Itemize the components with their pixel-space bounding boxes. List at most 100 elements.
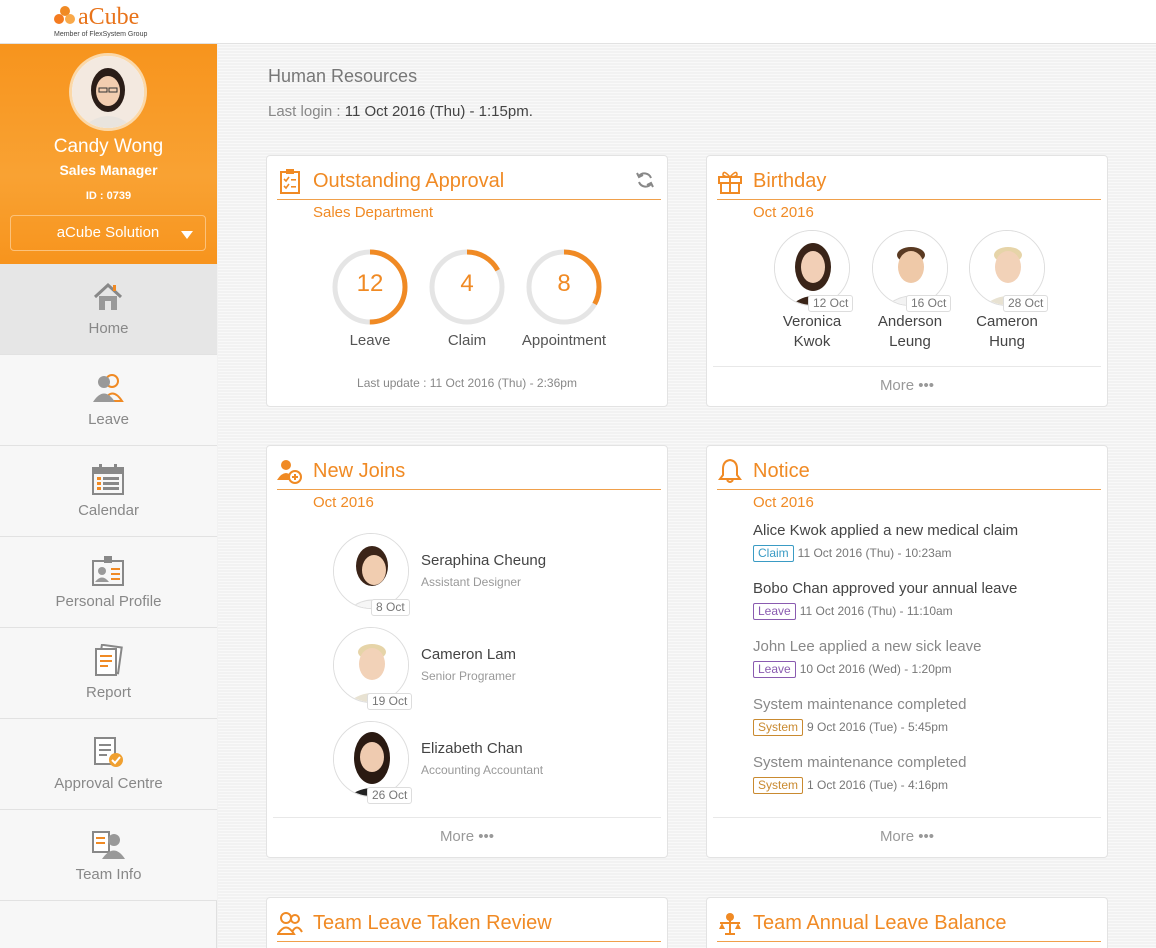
page-title: Human Resources <box>268 66 418 86</box>
last-login-label: Last login : <box>268 103 341 120</box>
join-name: Seraphina Cheung <box>421 552 547 569</box>
balance-scale-icon <box>719 913 741 935</box>
last-login: Last login : 11 Oct 2016 (Thu) - 1:15pm. <box>268 103 533 120</box>
card-header: Team Annual Leave Balance <box>717 906 1101 942</box>
notice-meta: Leave 11 Oct 2016 (Thu) - 11:10am <box>753 603 953 620</box>
card-title: Notice <box>753 460 810 482</box>
card-header: Team Leave Taken Review <box>277 906 661 942</box>
sidebar-item-leave[interactable]: Leave <box>0 355 217 446</box>
bell-icon <box>718 458 742 483</box>
card-subtitle: Sales Department <box>313 204 434 221</box>
card-subtitle: Oct 2016 <box>313 494 374 511</box>
approval-icon <box>94 737 123 767</box>
first-name: Veronica <box>782 313 842 330</box>
notice-meta: System 1 Oct 2016 (Tue) - 4:16pm <box>753 777 948 794</box>
card-subtitle: Oct 2016 <box>753 204 814 221</box>
ring-value: 12 <box>356 270 384 297</box>
notice-time: 11 Oct 2016 (Thu) - 10:23am <box>797 546 952 560</box>
claim-tag: Claim <box>753 545 794 562</box>
card-title: New Joins <box>313 460 406 482</box>
join-role: Assistant Designer <box>421 575 522 589</box>
main-content: Human Resources Last login : 11 Oct 2016… <box>218 44 1156 948</box>
birthday-more-link[interactable]: More ••• <box>713 366 1101 406</box>
first-name: Anderson <box>877 313 943 330</box>
notice-text: System maintenance completed <box>753 696 967 713</box>
add-user-icon <box>277 460 302 484</box>
join-role: Senior Programer <box>421 669 516 683</box>
avatar[interactable] <box>69 53 147 131</box>
sidebar-item-label: Report <box>85 684 132 701</box>
system-tag: System <box>753 719 804 736</box>
last-update: Last update : 11 Oct 2016 (Thu) - 2:36pm <box>357 376 577 390</box>
sidebar-item-label: Approval Centre <box>54 775 163 792</box>
users-icon <box>93 374 124 402</box>
ring-label: Appointment <box>521 332 607 349</box>
avatar <box>333 533 409 609</box>
gift-icon <box>718 171 742 194</box>
claim-approval-ring[interactable]: 4 <box>428 248 506 326</box>
company-select-value: aCube Solution <box>56 224 160 241</box>
birthday-name: Anderson Leung <box>860 312 960 352</box>
last-login-value: 11 Oct 2016 (Thu) - 1:15pm. <box>344 103 533 120</box>
card-title: Team Annual Leave Balance <box>753 912 1007 934</box>
join-date: 8 Oct <box>371 599 410 616</box>
chevron-down-icon <box>181 231 193 239</box>
notice-card: Notice Oct 2016 Alice Kwok applied a new… <box>706 445 1108 858</box>
avatar <box>333 627 409 703</box>
birthday-date: 12 Oct <box>808 295 854 312</box>
refresh-icon[interactable] <box>635 170 655 190</box>
outstanding-approval-card: Outstanding Approval Sales Department 12… <box>266 155 668 407</box>
leave-tag: Leave <box>753 603 796 620</box>
card-header: Birthday <box>717 164 1101 200</box>
appointment-approval-ring[interactable]: 8 <box>525 248 603 326</box>
card-header: New Joins <box>277 454 661 490</box>
join-date: 19 Oct <box>367 693 413 710</box>
leave-approval-ring[interactable]: 12 <box>331 248 409 326</box>
team-icon <box>92 831 125 859</box>
clipboard-check-icon <box>280 169 300 194</box>
notice-text: John Lee applied a new sick leave <box>753 638 982 655</box>
logo-mark-icon <box>54 6 76 26</box>
home-icon <box>93 282 123 310</box>
last-name: Hung <box>989 333 1025 350</box>
sidebar-item-label: Leave <box>88 411 129 428</box>
profile-role: Sales Manager <box>59 162 158 178</box>
new-joins-card: New Joins Oct 2016 8 Oct Seraphina Cheun… <box>266 445 668 858</box>
sidebar-item-calendar[interactable]: Calendar <box>0 446 217 537</box>
birthday-name: Veronica Kwok <box>762 312 862 352</box>
profile-id: ID : 0739 <box>85 190 132 202</box>
sidebar-item-personal-profile[interactable]: Personal Profile <box>0 537 217 628</box>
birthday-card: Birthday Oct 2016 12 Oct Veronica Kwok 1… <box>706 155 1108 407</box>
notice-text: System maintenance completed <box>753 754 967 771</box>
company-select[interactable]: aCube Solution <box>10 215 206 251</box>
new-joins-more-link[interactable]: More ••• <box>273 817 661 857</box>
last-name: Kwok <box>793 333 831 350</box>
sidebar-item-team-info[interactable]: Team Info <box>0 810 217 901</box>
profile-panel: Candy Wong Sales Manager ID : 0739 aCube… <box>0 44 217 264</box>
sidebar-item-approval-centre[interactable]: Approval Centre <box>0 719 217 810</box>
card-subtitle: Oct 2016 <box>753 494 814 511</box>
notice-time: 10 Oct 2016 (Wed) - 1:20pm <box>799 662 952 676</box>
birthday-name: Cameron Hung <box>957 312 1057 352</box>
logo-subtitle: Member of FlexSystem Group <box>54 31 148 38</box>
notice-meta: Claim 11 Oct 2016 (Thu) - 10:23am <box>753 545 952 562</box>
notice-meta: System 9 Oct 2016 (Tue) - 5:45pm <box>753 719 948 736</box>
id-badge-icon <box>92 556 124 586</box>
first-name: Cameron <box>976 313 1038 330</box>
sidebar-item-label: Calendar <box>78 502 139 519</box>
sidebar-item-report[interactable]: Report <box>0 628 217 719</box>
card-title: Outstanding Approval <box>313 170 505 192</box>
join-role: Accounting Accountant <box>421 763 544 777</box>
team-leave-balance-card: Team Annual Leave Balance <box>706 897 1108 948</box>
join-name: Cameron Lam <box>421 646 517 663</box>
notice-time: 11 Oct 2016 (Thu) - 11:10am <box>799 604 953 618</box>
last-name: Leung <box>889 333 931 350</box>
profile-name: Candy Wong <box>53 136 164 157</box>
system-tag: System <box>753 777 804 794</box>
logo-text: aCube <box>78 4 140 30</box>
notice-time: 1 Oct 2016 (Tue) - 4:16pm <box>807 778 948 792</box>
sidebar-item-home[interactable]: Home <box>0 264 217 355</box>
card-title: Team Leave Taken Review <box>313 912 552 934</box>
avatar <box>333 721 409 797</box>
notice-more-link[interactable]: More ••• <box>713 817 1101 857</box>
